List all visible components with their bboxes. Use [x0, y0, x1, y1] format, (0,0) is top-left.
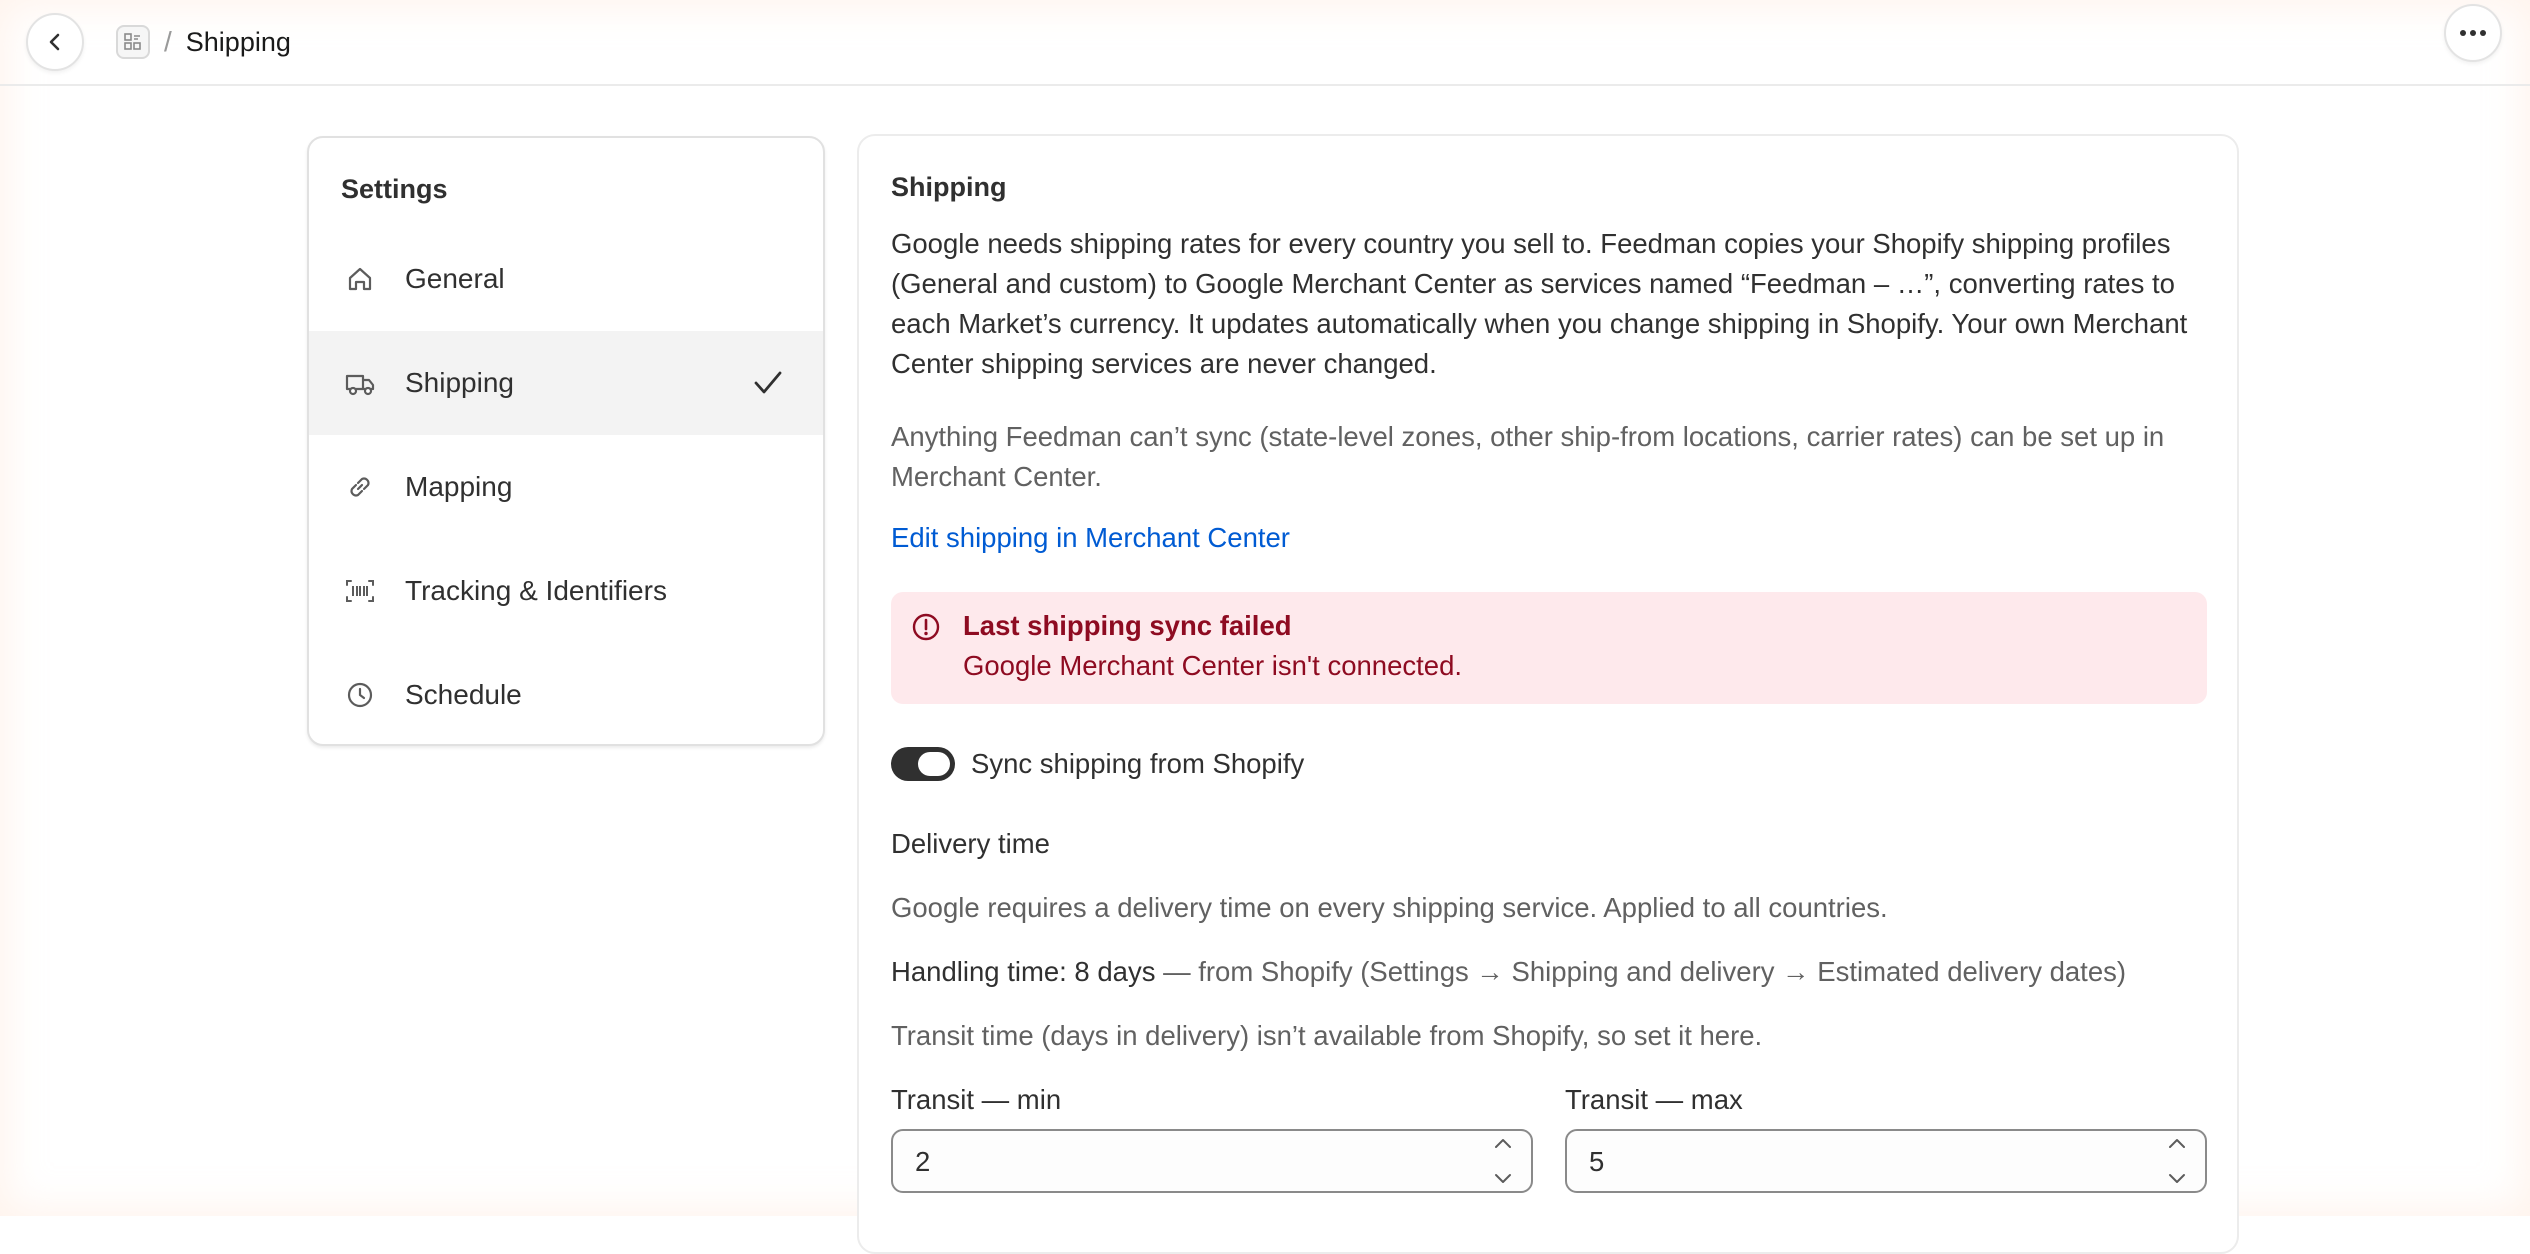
edit-shipping-link[interactable]: Edit shipping in Merchant Center: [891, 522, 1290, 554]
banner-title: Last shipping sync failed: [963, 610, 1292, 641]
truck-icon: [343, 366, 377, 400]
transit-max-label: Transit — max: [1565, 1084, 1743, 1115]
transit-max-input[interactable]: 5: [1565, 1129, 2207, 1193]
transit-min-input[interactable]: 2: [891, 1129, 1533, 1193]
sync-shipping-toggle[interactable]: [891, 747, 955, 781]
handling-time-source: — from Shopify (Settings → Shipping and …: [1155, 956, 2127, 987]
link-icon: [343, 470, 377, 504]
sidebar-item-schedule[interactable]: Schedule: [309, 643, 823, 744]
barcode-icon: [343, 574, 377, 608]
delivery-requirement-text: Google requires a delivery time on every…: [891, 892, 1888, 923]
handling-time-value: Handling time: 8 days: [891, 956, 1156, 987]
sidebar-item-label: Tracking & Identifiers: [405, 575, 667, 606]
error-banner: Last shipping sync failed Google Merchan…: [891, 592, 2207, 704]
intro-text: Google needs shipping rates for every co…: [891, 228, 2188, 379]
sidebar-item-mapping[interactable]: Mapping: [309, 435, 823, 539]
top-bar: / Shipping: [0, 0, 2530, 86]
shipping-settings-card: Shipping Google needs shipping rates for…: [857, 134, 2239, 1254]
app-grid-icon[interactable]: [116, 25, 150, 59]
sidebar-item-label: Mapping: [405, 471, 513, 502]
page-title: Shipping: [185, 26, 291, 57]
toggle-knob: [918, 752, 950, 776]
ellipsis-icon: [2460, 30, 2486, 36]
chevron-up-icon[interactable]: [1492, 1135, 1514, 1151]
chevron-down-icon[interactable]: [1492, 1171, 1514, 1187]
back-button[interactable]: [26, 13, 84, 71]
transit-max-stepper[interactable]: [2159, 1135, 2195, 1187]
chevron-left-icon: [49, 33, 60, 51]
note-text: Anything Feedman can’t sync (state-level…: [891, 421, 2165, 492]
handling-time-line: Handling time: 8 days — from Shopify (Se…: [891, 956, 2126, 988]
transit-min-label: Transit — min: [891, 1084, 1062, 1115]
sidebar-item-tracking[interactable]: Tracking & Identifiers: [309, 539, 823, 643]
transit-note: Transit time (days in delivery) isn’t av…: [891, 1020, 1763, 1051]
settings-sidebar: Settings General Shipping Mapping Tracki…: [307, 136, 825, 746]
home-icon: [343, 262, 377, 296]
sidebar-item-general[interactable]: General: [309, 227, 823, 331]
more-actions-button[interactable]: [2444, 4, 2502, 62]
transit-min-stepper[interactable]: [1485, 1135, 1521, 1187]
transit-max-value: 5: [1589, 1146, 1605, 1177]
app-frame: / Shipping Settings General Shipping Map…: [0, 0, 2530, 1254]
sync-shipping-label: Sync shipping from Shopify: [971, 748, 1305, 779]
sidebar-item-label: Schedule: [405, 679, 522, 710]
sidebar-item-label: General: [405, 263, 505, 294]
chevron-up-icon[interactable]: [2166, 1135, 2188, 1151]
clock-icon: [343, 678, 377, 712]
section-title: Shipping: [891, 172, 1007, 202]
transit-min-value: 2: [915, 1146, 931, 1177]
banner-text: Google Merchant Center isn't connected.: [963, 650, 1463, 681]
chevron-down-icon[interactable]: [2166, 1171, 2188, 1187]
breadcrumb-separator: /: [164, 26, 172, 57]
alert-circle-icon: [912, 613, 940, 641]
sidebar-item-label: Shipping: [405, 367, 514, 398]
sidebar-item-shipping[interactable]: Shipping: [309, 331, 823, 435]
checkmark-icon: [754, 371, 782, 394]
delivery-time-heading: Delivery time: [891, 828, 1050, 859]
sidebar-heading: Settings: [341, 174, 448, 204]
